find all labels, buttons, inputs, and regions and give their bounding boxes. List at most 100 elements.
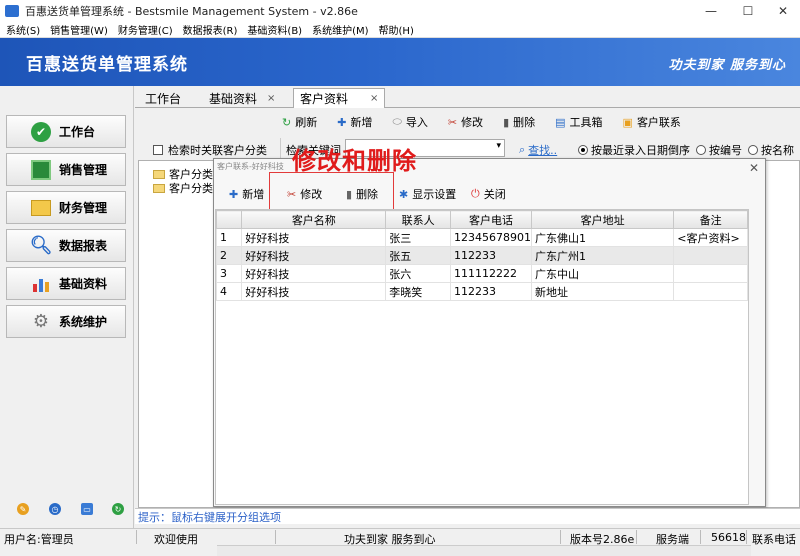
dialog-close-button[interactable]: ⏻ 关闭 <box>471 186 506 202</box>
cell-customer-name[interactable]: 好好科技 <box>241 228 387 247</box>
cell-address[interactable]: 广东中山 <box>531 264 675 283</box>
cell-remark[interactable] <box>673 246 748 265</box>
refresh-button[interactable]: ↻ 刷新 <box>282 114 317 130</box>
folder-icon <box>153 183 165 193</box>
menu-reports[interactable]: 数据报表(R) <box>183 22 238 37</box>
cell-remark[interactable]: <客户资料> <box>673 228 748 247</box>
tab-customer-data[interactable]: 客户资料 × <box>293 88 386 108</box>
sidebar-item-basic-data[interactable]: 基础资料 <box>6 267 126 300</box>
button-label: 显示设置 <box>412 188 457 201</box>
cell-remark[interactable] <box>673 264 748 283</box>
customer-contacts-button[interactable]: ▣ 客户联系 <box>623 114 681 130</box>
folder-icon <box>31 199 51 216</box>
toolbox-icon: ▤ <box>555 115 566 129</box>
dialog-close-icon[interactable]: ✕ <box>749 161 759 175</box>
check-icon: ✔ <box>31 121 51 142</box>
menu-sales[interactable]: 销售管理(W) <box>50 22 108 37</box>
radio-sort-name[interactable]: 按名称 <box>748 142 794 158</box>
display-settings-button[interactable]: ✱ 显示设置 <box>399 186 456 202</box>
sidebar-item-finance[interactable]: 财务管理 <box>6 191 126 224</box>
add-button[interactable]: ✚ 新增 <box>337 114 372 130</box>
column-header[interactable]: 客户地址 <box>531 210 675 229</box>
toolbox-button[interactable]: ▤ 工具箱 <box>555 114 602 130</box>
table-header: 客户名称 联系人 客户电话 客户地址 备注 <box>215 210 748 229</box>
import-button[interactable]: ⬭ 导入 <box>392 114 427 130</box>
search-row: 检索时关联客户分类 检索关键词 ▾ ⌕ 查找.. 按最近录入日期倒序 按编号 按… <box>135 136 800 160</box>
sidebar-item-reports[interactable]: 🔍︎ 数据报表 <box>6 229 126 262</box>
cell-address[interactable]: 广东佛山1 <box>531 228 675 247</box>
cell-contact[interactable]: 张三 <box>385 228 452 247</box>
status-server: 服务端 <box>656 533 689 546</box>
tab-workbench[interactable]: 工作台 <box>145 88 181 108</box>
radio-sort-date[interactable]: 按最近录入日期倒序 <box>578 142 690 158</box>
menu-bar: 系统(S) 销售管理(W) 财务管理(C) 数据报表(R) 基础资料(B) 系统… <box>0 22 800 38</box>
tab-close-icon[interactable]: × <box>370 93 378 104</box>
minimize-button[interactable]: — <box>694 0 728 22</box>
find-button[interactable]: ⌕ 查找.. <box>519 142 557 158</box>
cell-customer-name[interactable]: 好好科技 <box>241 246 387 265</box>
table-row[interactable]: 2 好好科技 张五 112233 广东广州1 <box>215 246 748 265</box>
tab-basic-data[interactable]: 基础资料 × <box>209 88 275 108</box>
dialog-add-button[interactable]: ✚ 新增 <box>229 186 264 202</box>
contacts-grid: 客户名称 联系人 客户电话 客户地址 备注 1 好好科技 张三 12345678… <box>215 209 751 556</box>
delete-button[interactable]: ▮ 删除 <box>503 114 535 130</box>
menu-help[interactable]: 帮助(H) <box>379 22 414 37</box>
cell-address[interactable]: 新地址 <box>531 282 675 301</box>
menu-basic-data[interactable]: 基础资料(B) <box>247 22 302 37</box>
sidebar-item-workbench[interactable]: ✔ 工作台 <box>6 115 126 148</box>
note-icon[interactable]: ✎ <box>17 503 29 515</box>
cell-customer-name[interactable]: 好好科技 <box>241 282 387 301</box>
refresh-icon[interactable]: ↻ <box>112 503 124 515</box>
menu-finance[interactable]: 财务管理(C) <box>118 22 173 37</box>
gear-icon: ⚙ <box>32 311 50 332</box>
dialog-delete-button[interactable]: ▮ 删除 <box>346 186 378 202</box>
column-header[interactable]: 联系人 <box>385 210 452 229</box>
checkbox[interactable] <box>153 145 163 155</box>
radio-sort-code[interactable]: 按编号 <box>696 142 742 158</box>
banner-slogan: 功夫到家 服务到心 <box>668 58 786 73</box>
clock-icon[interactable]: ◷ <box>49 503 61 515</box>
table-row[interactable]: 1 好好科技 张三 12345678901 广东佛山1 <客户资料> <box>215 228 748 247</box>
status-bar: 用户名:管理员 欢迎使用 功夫到家 服务到心 版本号2.86e 服务端 5661… <box>0 528 800 546</box>
cell-contact[interactable]: 张五 <box>385 246 452 265</box>
cell-remark[interactable] <box>673 282 748 301</box>
sidebar-item-sales[interactable]: 销售管理 <box>6 153 126 186</box>
button-label: 新增 <box>350 116 373 129</box>
column-header[interactable] <box>215 210 243 229</box>
radio-indicator[interactable] <box>578 145 588 155</box>
button-label: 客户联系 <box>636 116 681 129</box>
cell-phone[interactable]: 112233 <box>450 246 533 265</box>
cell-phone[interactable]: 12345678901 <box>450 228 533 247</box>
row-number: 2 <box>215 246 243 265</box>
cell-address[interactable]: 广东广州1 <box>531 246 675 265</box>
window-icon[interactable]: ▭ <box>81 503 93 515</box>
table-row[interactable]: 3 好好科技 张六 111112222 广东中山 <box>215 264 748 283</box>
table-row[interactable]: 4 好好科技 李晓笑 112233 新地址 <box>215 282 748 301</box>
sidebar-item-label: 系统维护 <box>59 315 108 329</box>
hint-text: 提示：鼠标右键展开分组选项 <box>138 510 281 524</box>
maximize-button[interactable]: ☐ <box>731 0 765 22</box>
column-header[interactable]: 客户电话 <box>450 210 533 229</box>
menu-maintenance[interactable]: 系统维护(M) <box>312 22 368 37</box>
tree-item[interactable]: 客户分类2 <box>153 180 220 196</box>
dialog-edit-button[interactable]: ✂ 修改 <box>287 186 322 202</box>
cell-contact[interactable]: 张六 <box>385 264 452 283</box>
annotation-text: 修改和删除 <box>292 147 417 175</box>
edit-button[interactable]: ✂ 修改 <box>448 114 483 130</box>
menu-system[interactable]: 系统(S) <box>6 22 40 37</box>
tab-bar: 工作台 基础资料 × 客户资料 × <box>135 86 800 108</box>
row-number: 3 <box>215 264 243 283</box>
close-button[interactable]: ✕ <box>766 0 800 22</box>
cell-customer-name[interactable]: 好好科技 <box>241 264 387 283</box>
cell-phone[interactable]: 111112222 <box>450 264 533 283</box>
radio-indicator[interactable] <box>696 145 706 155</box>
column-header[interactable]: 客户名称 <box>241 210 387 229</box>
tab-close-icon[interactable]: × <box>267 93 275 104</box>
cell-phone[interactable]: 112233 <box>450 282 533 301</box>
status-slogan: 功夫到家 服务到心 <box>344 533 436 546</box>
sidebar-item-maintenance[interactable]: ⚙ 系统维护 <box>6 305 126 338</box>
column-header[interactable]: 备注 <box>673 210 748 229</box>
radio-indicator[interactable] <box>748 145 758 155</box>
cell-contact[interactable]: 李晓笑 <box>385 282 452 301</box>
related-category-checkbox[interactable]: 检索时关联客户分类 <box>153 142 267 158</box>
